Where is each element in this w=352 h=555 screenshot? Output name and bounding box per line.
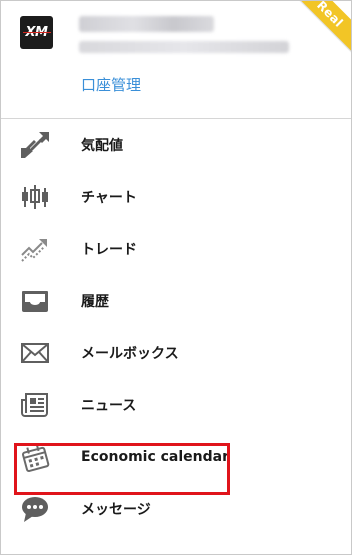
newspaper-icon	[1, 379, 81, 431]
menu-label-news: ニュース	[81, 398, 137, 414]
menu-item-messages[interactable]: メッセージ	[1, 483, 351, 535]
trend-up-icon	[1, 223, 81, 275]
inbox-tray-icon	[1, 275, 81, 327]
logo-text: XM	[22, 25, 51, 40]
menu-label-economic-calendar: Economic calendar	[81, 449, 230, 465]
menu-item-history[interactable]: 履歴	[1, 275, 351, 327]
menu-label-chart: チャート	[81, 190, 137, 206]
envelope-icon	[1, 327, 81, 379]
drawer-menu: 気配値 チャート トレード 履歴 メールボックス ニュース Economic c…	[1, 119, 351, 535]
menu-item-chart[interactable]: チャート	[1, 171, 351, 223]
arrows-diagonal-icon	[1, 119, 81, 171]
menu-item-mailbox[interactable]: メールボックス	[1, 327, 351, 379]
real-badge-label: Real	[314, 0, 346, 30]
calendar-icon	[1, 431, 81, 483]
account-management-link[interactable]: 口座管理	[81, 74, 141, 95]
menu-label-messages: メッセージ	[81, 502, 151, 518]
menu-label-mailbox: メールボックス	[81, 346, 179, 362]
real-account-badge: Real	[290, 0, 351, 54]
menu-item-quotes[interactable]: 気配値	[1, 119, 351, 171]
menu-item-news[interactable]: ニュース	[1, 379, 351, 431]
menu-label-quotes: 気配値	[81, 138, 123, 154]
menu-label-trade: トレード	[81, 242, 137, 258]
chat-bubble-icon	[1, 483, 81, 535]
navigation-drawer: XM 口座管理 Real 気配値 チャート トレード 履歴 メールボックス ニュ…	[0, 0, 352, 555]
menu-label-history: 履歴	[81, 294, 109, 310]
menu-item-trade[interactable]: トレード	[1, 223, 351, 275]
menu-item-economic-calendar[interactable]: Economic calendar	[1, 431, 351, 483]
account-id-blurred	[79, 41, 289, 53]
candlestick-icon	[1, 171, 81, 223]
account-name-blurred	[79, 16, 214, 32]
account-header: XM 口座管理 Real	[1, 1, 351, 118]
xm-logo: XM	[20, 16, 53, 49]
